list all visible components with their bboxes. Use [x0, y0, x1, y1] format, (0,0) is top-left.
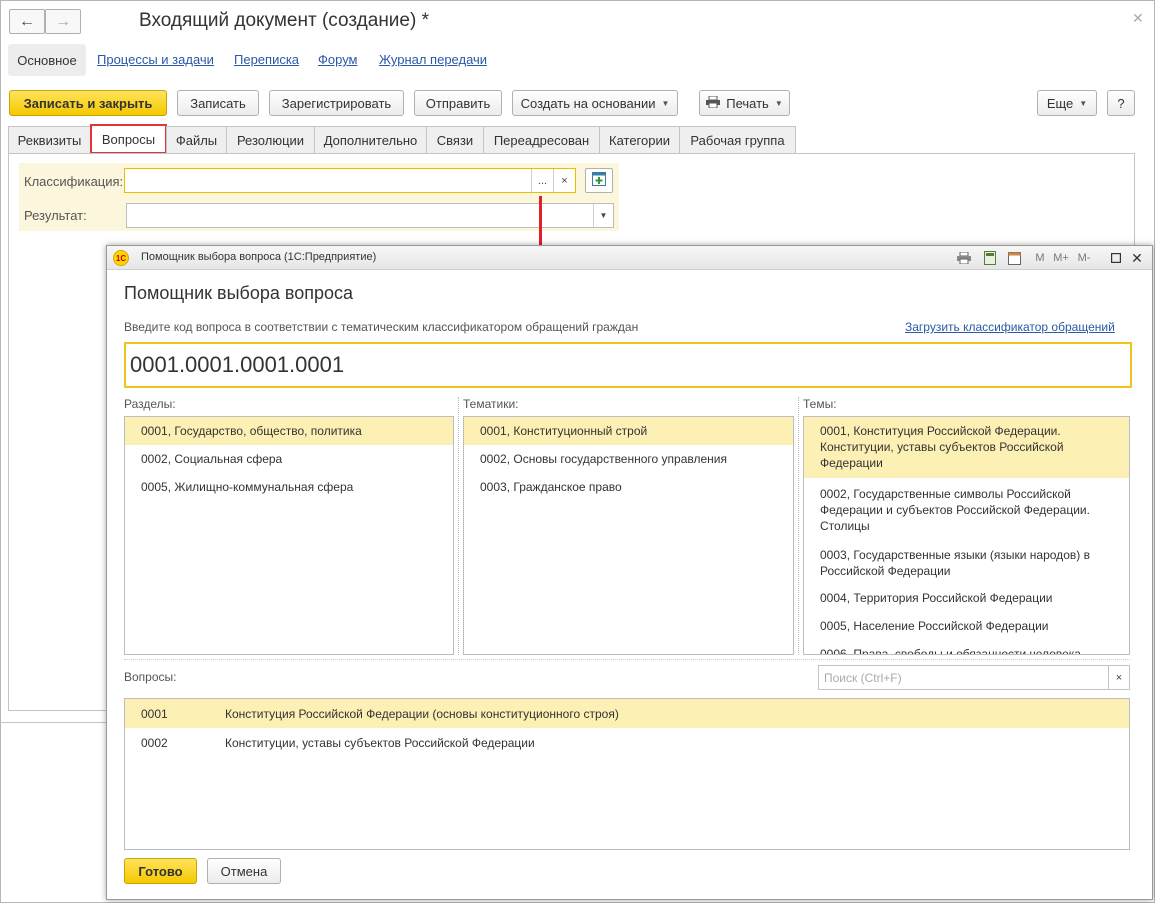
tab-questions[interactable]: Вопросы	[90, 124, 167, 154]
1c-logo-icon: 1С	[113, 250, 129, 266]
tab-categories[interactable]: Категории	[599, 126, 680, 154]
divider	[0, 722, 106, 723]
sections-list[interactable]: 0001, Государство, общество, политика 00…	[124, 416, 454, 655]
clear-search-icon[interactable]: ×	[1108, 665, 1130, 690]
dialog-heading: Помощник выбора вопроса	[124, 283, 354, 303]
help-button[interactable]: ?	[1107, 90, 1135, 116]
ok-button[interactable]: Готово	[124, 858, 197, 884]
dialog-window-title: Помощник выбора вопроса (1С:Предприятие)	[141, 251, 377, 263]
select-button[interactable]: ...	[531, 169, 553, 192]
memory-minus-button[interactable]: M-	[1075, 250, 1093, 266]
list-item[interactable]: 0002, Государственные символы Российской…	[804, 478, 1129, 542]
close-icon[interactable]: ✕	[1129, 250, 1145, 266]
themes-label: Темы:	[803, 397, 837, 411]
save-close-button[interactable]: Записать и закрыть	[9, 90, 167, 116]
send-button[interactable]: Отправить	[414, 90, 502, 116]
themes-list[interactable]: 0001, Конституция Российской Федерации. …	[803, 416, 1130, 655]
question-text: Конституция Российской Федерации (основы…	[225, 706, 619, 721]
topics-list[interactable]: 0001, Конституционный строй 0002, Основы…	[463, 416, 794, 655]
list-item[interactable]: 0005, Население Российской Федерации	[804, 612, 1129, 640]
list-item[interactable]: 0005, Жилищно-коммунальная сфера	[125, 473, 453, 501]
list-item[interactable]: 0003, Государственные языки (языки народ…	[804, 542, 1129, 584]
open-helper-button[interactable]	[585, 168, 613, 193]
print-icon[interactable]	[956, 250, 972, 266]
tab-additional[interactable]: Дополнительно	[314, 126, 427, 154]
question-helper-dialog: 1С Помощник выбора вопроса (1С:Предприят…	[106, 245, 1153, 900]
topics-label: Тематики:	[463, 397, 519, 411]
classification-field[interactable]: ... ×	[124, 168, 576, 193]
section-main[interactable]: Основное	[8, 44, 86, 76]
splitter[interactable]	[798, 397, 799, 655]
arrow-right-icon: →	[55, 12, 71, 30]
calculator-icon[interactable]	[982, 250, 998, 266]
tab-workgroup[interactable]: Рабочая группа	[679, 126, 796, 154]
memory-m-button[interactable]: M	[1033, 250, 1047, 266]
forward-button[interactable]: →	[45, 9, 81, 34]
question-code-input[interactable]: 0001.0001.0001.0001	[124, 342, 1132, 388]
dropdown-caret-icon: ▼	[774, 98, 783, 108]
question-text: Конституции, уставы субъектов Российской…	[225, 735, 535, 750]
maximize-icon[interactable]	[1109, 250, 1123, 266]
print-label: Печать	[726, 95, 769, 111]
clear-icon[interactable]: ×	[553, 169, 575, 192]
more-label: Еще	[1046, 95, 1074, 111]
printer-icon	[706, 95, 721, 111]
table-row[interactable]: 0002 Конституции, уставы субъектов Росси…	[125, 728, 1129, 757]
dropdown-caret-icon[interactable]: ▼	[593, 204, 613, 227]
table-row[interactable]: 0001 Конституция Российской Федерации (о…	[125, 699, 1129, 728]
cancel-button[interactable]: Отмена	[207, 858, 281, 884]
question-code: 0002	[141, 735, 168, 750]
register-button[interactable]: Зарегистрировать	[269, 90, 404, 116]
splitter[interactable]	[458, 397, 459, 655]
dropdown-caret-icon: ▼	[1079, 98, 1088, 108]
tab-links[interactable]: Связи	[426, 126, 484, 154]
section-transfer-log[interactable]: Журнал передачи	[379, 52, 487, 67]
list-item[interactable]: 0006, Права, свободы и обязанности челов…	[804, 640, 1129, 654]
memory-plus-button[interactable]: M+	[1051, 250, 1071, 266]
section-processes[interactable]: Процессы и задачи	[97, 52, 214, 67]
save-button[interactable]: Записать	[177, 90, 259, 116]
questions-label: Вопросы:	[124, 670, 177, 684]
search-input[interactable]: Поиск (Ctrl+F)	[818, 665, 1129, 690]
calendar-icon[interactable]	[1006, 250, 1022, 266]
result-label: Результат:	[24, 208, 87, 223]
code-hint: Введите код вопроса в соответствии с тем…	[124, 320, 639, 334]
section-forum[interactable]: Форум	[318, 52, 358, 67]
print-button[interactable]: Печать ▼	[699, 90, 790, 116]
splitter[interactable]	[124, 659, 1130, 660]
list-item[interactable]: 0004, Территория Российской Федерации	[804, 584, 1129, 612]
add-form-icon	[592, 172, 606, 189]
window-title: Входящий документ (создание) *	[139, 10, 429, 31]
arrow-left-icon: ←	[19, 12, 35, 30]
section-correspondence[interactable]: Переписка	[234, 52, 299, 67]
list-item[interactable]: 0002, Основы государственного управления	[464, 445, 793, 473]
create-based-label: Создать на основании	[520, 95, 656, 111]
tab-redirected[interactable]: Переадресован	[483, 126, 600, 154]
list-item[interactable]: 0001, Государство, общество, политика	[125, 417, 453, 445]
more-button[interactable]: Еще ▼	[1037, 90, 1097, 116]
tab-files[interactable]: Файлы	[166, 126, 227, 154]
load-classifier-link[interactable]: Загрузить классификатор обращений	[905, 320, 1115, 334]
list-item[interactable]: 0001, Конституция Российской Федерации. …	[804, 417, 1129, 478]
sections-label: Разделы:	[124, 397, 176, 411]
create-based-button[interactable]: Создать на основании ▼	[512, 90, 678, 116]
list-item[interactable]: 0002, Социальная сфера	[125, 445, 453, 473]
list-item[interactable]: 0003, Гражданское право	[464, 473, 793, 501]
question-code: 0001	[141, 706, 168, 721]
classification-label: Классификация:	[24, 174, 124, 189]
questions-table[interactable]: 0001 Конституция Российской Федерации (о…	[124, 698, 1130, 850]
tab-details[interactable]: Реквизиты	[8, 126, 91, 154]
tab-resolutions[interactable]: Резолюции	[226, 126, 315, 154]
back-button[interactable]: ←	[9, 9, 45, 34]
list-item[interactable]: 0001, Конституционный строй	[464, 417, 793, 445]
dialog-titlebar: 1С Помощник выбора вопроса (1С:Предприят…	[107, 246, 1152, 270]
dropdown-caret-icon: ▼	[661, 98, 670, 108]
close-icon[interactable]: ✕	[1132, 10, 1144, 27]
